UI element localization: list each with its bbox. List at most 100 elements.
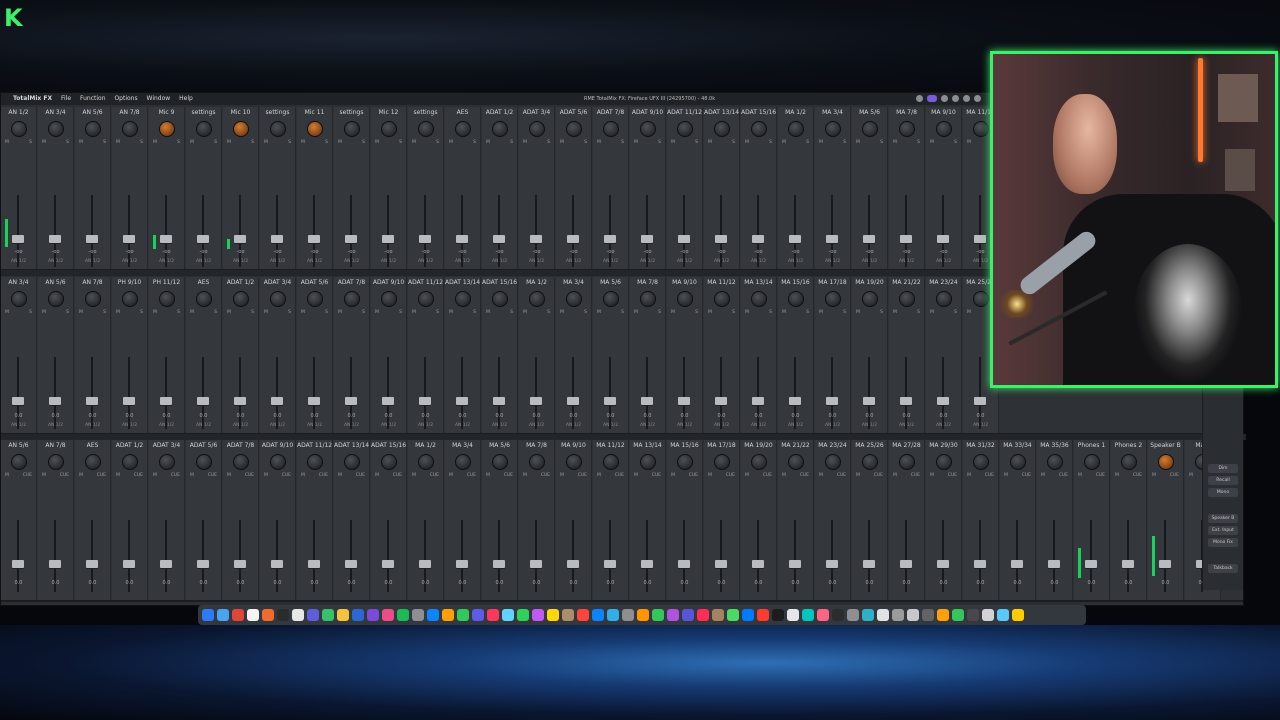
- volume-fader[interactable]: [123, 560, 135, 568]
- dock-app-icon[interactable]: [307, 609, 319, 621]
- cue-button[interactable]: CUE: [171, 473, 180, 478]
- dock-app-icon[interactable]: [247, 609, 259, 621]
- pan-knob[interactable]: [418, 291, 434, 307]
- solo-button[interactable]: S: [547, 140, 550, 145]
- volume-fader[interactable]: [419, 397, 431, 405]
- pan-knob[interactable]: [85, 121, 101, 137]
- volume-fader[interactable]: [1085, 560, 1097, 568]
- volume-fader[interactable]: [271, 235, 283, 243]
- mute-button[interactable]: M: [523, 140, 527, 145]
- volume-fader[interactable]: [271, 397, 283, 405]
- cue-button[interactable]: CUE: [911, 473, 920, 478]
- pan-knob[interactable]: [159, 121, 175, 137]
- mute-button[interactable]: M: [930, 310, 934, 315]
- pan-knob[interactable]: [973, 454, 989, 470]
- menu-app-name[interactable]: TotalMix FX: [13, 93, 52, 105]
- tray-icon[interactable]: [927, 95, 937, 102]
- solo-button[interactable]: S: [658, 310, 661, 315]
- dock-app-icon[interactable]: [637, 609, 649, 621]
- mute-button[interactable]: M: [893, 140, 897, 145]
- volume-fader[interactable]: [12, 560, 24, 568]
- dock-app-icon[interactable]: [757, 609, 769, 621]
- dock-app-icon[interactable]: [352, 609, 364, 621]
- volume-fader[interactable]: [234, 235, 246, 243]
- mute-button[interactable]: M: [856, 473, 860, 478]
- pan-knob[interactable]: [825, 121, 841, 137]
- mute-button[interactable]: M: [412, 140, 416, 145]
- volume-fader[interactable]: [308, 235, 320, 243]
- mute-button[interactable]: M: [967, 310, 971, 315]
- solo-button[interactable]: S: [214, 140, 217, 145]
- mute-button[interactable]: M: [227, 310, 231, 315]
- pan-knob[interactable]: [1121, 454, 1137, 470]
- volume-fader[interactable]: [567, 560, 579, 568]
- pan-knob[interactable]: [492, 121, 508, 137]
- menu-function[interactable]: Function: [80, 93, 106, 105]
- solo-button[interactable]: S: [325, 140, 328, 145]
- pan-knob[interactable]: [344, 291, 360, 307]
- pan-knob[interactable]: [566, 121, 582, 137]
- solo-button[interactable]: S: [917, 140, 920, 145]
- dock-app-icon[interactable]: [862, 609, 874, 621]
- mute-button[interactable]: M: [79, 473, 83, 478]
- pan-knob[interactable]: [751, 291, 767, 307]
- mute-button[interactable]: M: [967, 140, 971, 145]
- volume-fader[interactable]: [419, 235, 431, 243]
- volume-fader[interactable]: [382, 560, 394, 568]
- mute-button[interactable]: M: [708, 473, 712, 478]
- solo-button[interactable]: S: [880, 140, 883, 145]
- volume-fader[interactable]: [678, 560, 690, 568]
- solo-button[interactable]: S: [695, 310, 698, 315]
- mute-button[interactable]: M: [893, 310, 897, 315]
- mute-button[interactable]: M: [79, 140, 83, 145]
- volume-fader[interactable]: [937, 397, 949, 405]
- pan-knob[interactable]: [233, 454, 249, 470]
- dock-app-icon[interactable]: [337, 609, 349, 621]
- dock-app-icon[interactable]: [652, 609, 664, 621]
- solo-button[interactable]: S: [362, 310, 365, 315]
- volume-fader[interactable]: [789, 397, 801, 405]
- pan-knob[interactable]: [936, 121, 952, 137]
- pan-knob[interactable]: [344, 121, 360, 137]
- mute-button[interactable]: M: [301, 310, 305, 315]
- pan-knob[interactable]: [1158, 454, 1174, 470]
- pan-knob[interactable]: [603, 121, 619, 137]
- volume-fader[interactable]: [1011, 560, 1023, 568]
- cue-button[interactable]: CUE: [430, 473, 439, 478]
- pan-knob[interactable]: [529, 121, 545, 137]
- dock-app-icon[interactable]: [277, 609, 289, 621]
- dock-app-icon[interactable]: [397, 609, 409, 621]
- volume-fader[interactable]: [86, 397, 98, 405]
- pan-knob[interactable]: [936, 291, 952, 307]
- dock-app-icon[interactable]: [622, 609, 634, 621]
- volume-fader[interactable]: [493, 397, 505, 405]
- pan-knob[interactable]: [936, 454, 952, 470]
- mute-button[interactable]: M: [745, 140, 749, 145]
- ext-input-button[interactable]: Ext. Input: [1208, 526, 1238, 535]
- mute-button[interactable]: M: [1078, 473, 1082, 478]
- pan-knob[interactable]: [381, 121, 397, 137]
- pan-knob[interactable]: [159, 291, 175, 307]
- volume-fader[interactable]: [308, 560, 320, 568]
- volume-fader[interactable]: [715, 560, 727, 568]
- mute-button[interactable]: M: [634, 140, 638, 145]
- solo-button[interactable]: S: [621, 310, 624, 315]
- menu-window[interactable]: Window: [147, 93, 171, 105]
- volume-fader[interactable]: [863, 397, 875, 405]
- mute-button[interactable]: M: [153, 473, 157, 478]
- mute-button[interactable]: M: [560, 473, 564, 478]
- mute-button[interactable]: M: [79, 310, 83, 315]
- mute-button[interactable]: M: [523, 473, 527, 478]
- volume-fader[interactable]: [974, 560, 986, 568]
- solo-button[interactable]: S: [806, 310, 809, 315]
- solo-button[interactable]: S: [621, 140, 624, 145]
- cue-button[interactable]: CUE: [1096, 473, 1105, 478]
- mute-button[interactable]: M: [375, 310, 379, 315]
- dock-app-icon[interactable]: [877, 609, 889, 621]
- pan-knob[interactable]: [862, 121, 878, 137]
- solo-button[interactable]: S: [140, 310, 143, 315]
- recall-button[interactable]: Recall: [1208, 476, 1238, 485]
- volume-fader[interactable]: [456, 560, 468, 568]
- volume-fader[interactable]: [641, 235, 653, 243]
- menu-options[interactable]: Options: [114, 93, 137, 105]
